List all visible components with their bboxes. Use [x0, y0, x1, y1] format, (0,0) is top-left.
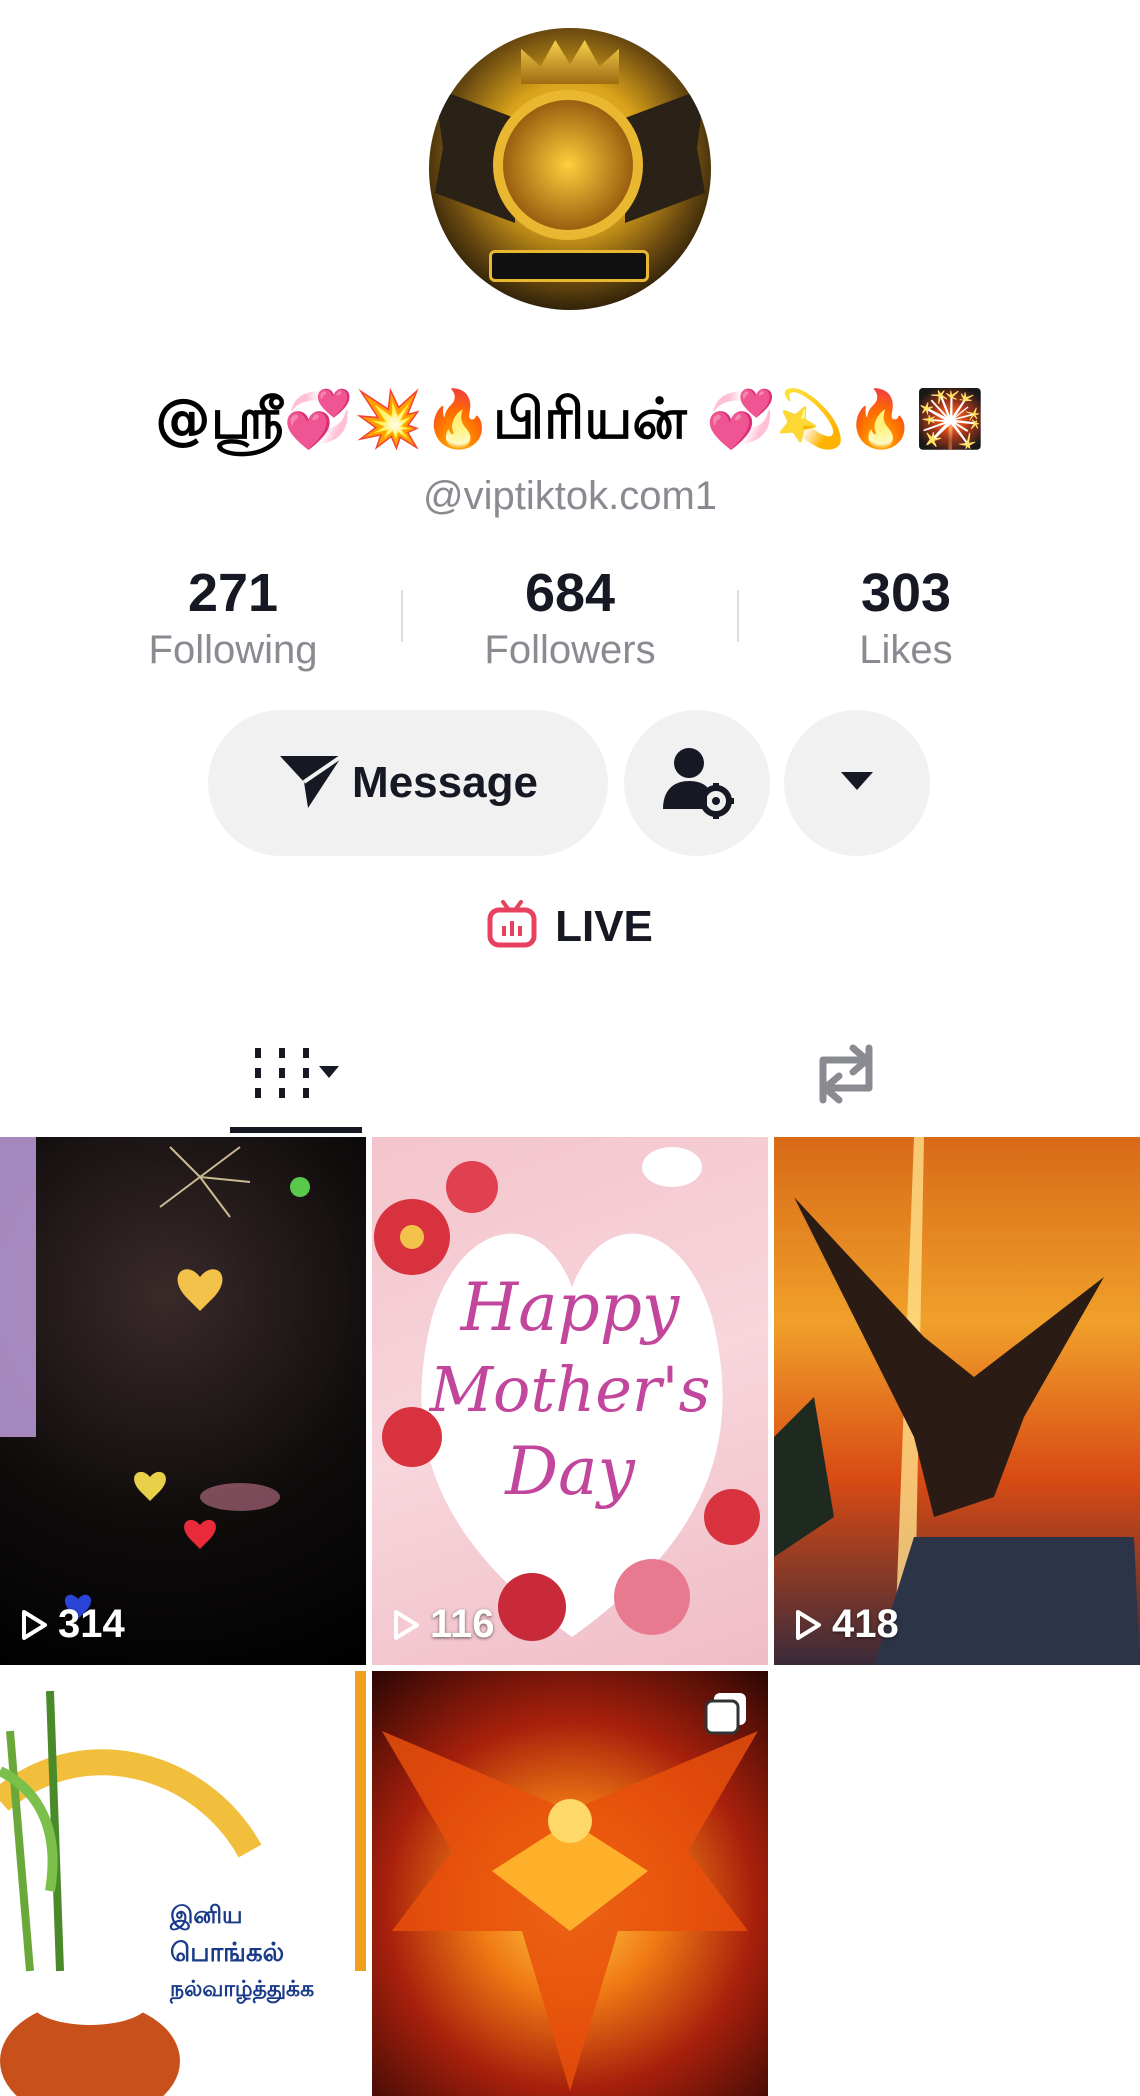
- video-thumbnail[interactable]: 418: [774, 1137, 1140, 1665]
- avatar-banner: [489, 250, 649, 282]
- stat-followers-value: 684: [524, 563, 616, 623]
- message-button-label: Message: [352, 758, 538, 807]
- video-thumbnail[interactable]: இனிய பொங்கல் நல்வாழ்த்துக்க: [0, 1671, 366, 2096]
- stat-divider: [401, 590, 403, 642]
- pongal-line: பொங்கல்: [170, 1938, 285, 1968]
- pongal-artwork: [0, 1671, 366, 2096]
- mothers-day-text: Happy Mother's Day: [372, 1267, 768, 1513]
- video-thumbnail[interactable]: 314: [0, 1137, 366, 1665]
- play-icon: [796, 1609, 821, 1640]
- mothers-day-line: Happy: [460, 1269, 680, 1346]
- grid-icon: [249, 1044, 343, 1109]
- person-gear-icon: [659, 743, 735, 824]
- live-link[interactable]: LIVE: [0, 900, 1140, 953]
- video-thumbnail[interactable]: [372, 1671, 768, 2096]
- play-icon: [22, 1609, 47, 1640]
- mothers-day-line: Mother's: [429, 1353, 711, 1426]
- username: @viptiktok.com1: [422, 474, 718, 518]
- pongal-line: இனிய: [170, 1901, 243, 1929]
- stat-likes[interactable]: 303 Likes: [776, 560, 1036, 674]
- stat-likes-label: Likes: [859, 628, 953, 672]
- view-count: 314: [20, 1602, 125, 1647]
- mothers-day-line: Day: [505, 1433, 635, 1510]
- view-count-text: 418: [832, 1602, 899, 1646]
- caret-down-icon: [839, 770, 875, 797]
- view-count: 116: [392, 1602, 495, 1647]
- display-name: @ஸ்ரீ💞💥🔥பிரியன் 💞💫🔥🎇: [154, 387, 986, 452]
- play-icon: [394, 1609, 419, 1640]
- stat-divider: [737, 590, 739, 642]
- tab-videos[interactable]: [230, 1020, 362, 1132]
- stat-following-value: 271: [187, 563, 279, 623]
- repost-icon: [809, 1042, 883, 1111]
- pongal-line: நல்வாழ்த்துக்க: [170, 1977, 315, 2002]
- eagle-artwork: [774, 1137, 1140, 1665]
- active-tab-indicator: [230, 1127, 362, 1133]
- stat-likes-value: 303: [860, 563, 952, 623]
- send-icon: [278, 752, 344, 815]
- view-count-text: 116: [430, 1602, 495, 1646]
- view-count-text: 314: [58, 1602, 125, 1646]
- live-label: LIVE: [555, 901, 653, 951]
- message-button[interactable]: Message: [208, 710, 608, 856]
- stat-followers[interactable]: 684 Followers: [440, 560, 700, 674]
- profile-avatar[interactable]: [429, 28, 711, 310]
- view-count: 418: [794, 1602, 899, 1647]
- video-thumbnail[interactable]: Happy Mother's Day 116: [372, 1137, 768, 1665]
- stat-followers-label: Followers: [484, 628, 656, 672]
- fireworks-artwork: [0, 1137, 310, 1619]
- pongal-text: இனிய பொங்கல் நல்வாழ்த்துக்க: [170, 1901, 314, 2005]
- tv-icon: [487, 900, 537, 953]
- avatar-emblem: [493, 90, 643, 240]
- stat-following-label: Following: [148, 628, 318, 672]
- profile-tabs: [0, 1020, 1140, 1132]
- avatar-crown: [521, 40, 619, 84]
- more-button[interactable]: [784, 710, 930, 856]
- tab-reposts[interactable]: [780, 1020, 912, 1132]
- friend-settings-button[interactable]: [624, 710, 770, 856]
- multi-photo-icon: [702, 1691, 750, 1740]
- stat-following[interactable]: 271 Following: [103, 560, 363, 674]
